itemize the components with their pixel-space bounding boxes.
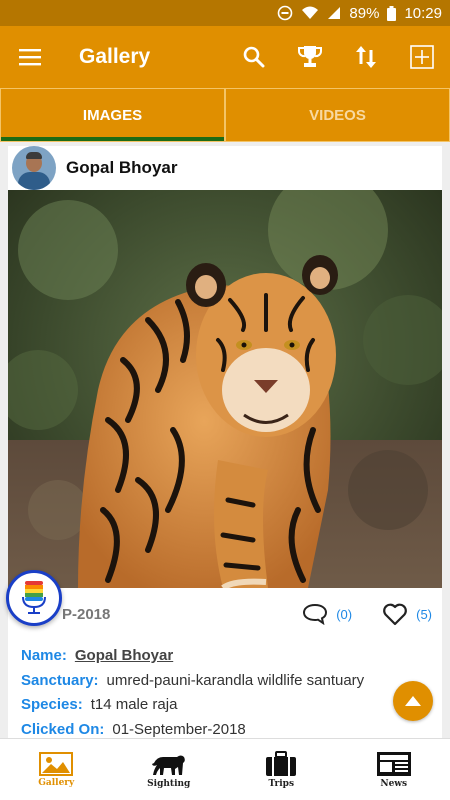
tiger-icon — [151, 755, 185, 775]
add-box-icon — [410, 45, 434, 69]
author-profile-link[interactable]: Gopal Bhoyar — [75, 647, 173, 664]
comment-icon — [303, 603, 328, 625]
tiger-photo[interactable] — [8, 190, 442, 588]
bottom-nav: Gallery Sighting Trips News — [0, 738, 450, 800]
add-post-button[interactable] — [394, 26, 450, 88]
newspaper-icon — [376, 751, 411, 776]
nav-news[interactable]: News — [338, 739, 450, 800]
nav-gallery[interactable]: Gallery — [0, 739, 113, 800]
like-button[interactable]: (5) — [382, 603, 432, 626]
nav-label: Sighting — [147, 778, 191, 789]
detail-label: Clicked On: — [21, 720, 105, 738]
detail-value: umred-pauni-karandla wildlife santuary — [106, 671, 365, 689]
detail-value: t14 male raja — [90, 696, 178, 713]
suitcase-icon — [266, 750, 297, 776]
search-icon — [243, 46, 265, 68]
tab-videos[interactable]: VIDEOS — [225, 88, 450, 142]
like-count: (5) — [416, 606, 432, 622]
sort-icon — [356, 46, 376, 68]
post-author-name[interactable]: Gopal Bhoyar — [66, 158, 177, 178]
menu-icon — [19, 49, 41, 66]
post-details: Name: Gopal Bhoyar Sanctuary: umred-pauni-… — [8, 640, 442, 738]
post-card: Gopal Bhoyar P-2018 (0) (5) Name: Gopal … — [8, 146, 442, 738]
status-bar: 89% 10:29 — [0, 0, 450, 26]
comment-count: (0) — [336, 606, 353, 622]
app-bar: Gallery — [0, 26, 450, 88]
tab-images[interactable]: IMAGES — [0, 88, 225, 142]
detail-clicked-on: Clicked On: 01-September-2018 — [21, 718, 429, 739]
nav-label: Trips — [268, 778, 295, 789]
heart-icon — [383, 603, 407, 625]
sort-button[interactable] — [338, 26, 394, 88]
comment-button[interactable]: (0) — [302, 603, 352, 625]
detail-name: Name: Gopal Bhoyar — [21, 644, 429, 669]
nav-label: Gallery — [38, 777, 75, 788]
leaderboard-button[interactable] — [282, 26, 338, 88]
wifi-icon — [301, 6, 319, 20]
microphone-icon — [22, 581, 46, 614]
clock: 10:29 — [404, 4, 442, 22]
detail-label: Name: — [21, 647, 67, 664]
voice-search-button[interactable] — [6, 570, 62, 626]
nav-label: News — [380, 778, 408, 789]
gallery-icon — [39, 751, 74, 776]
post-header: Gopal Bhoyar — [8, 146, 442, 190]
triangle-up-icon — [405, 696, 421, 706]
nav-sighting[interactable]: Sighting — [113, 739, 226, 800]
menu-button[interactable] — [0, 26, 60, 88]
gallery-feed[interactable]: Gopal Bhoyar P-2018 (0) (5) Name: Gopal … — [0, 142, 450, 738]
detail-label: Species: — [21, 696, 83, 713]
detail-sanctuary: Sanctuary: umred-pauni-karandla wildlife … — [21, 669, 429, 694]
avatar[interactable] — [12, 146, 56, 190]
detail-species: Species: t14 male raja — [21, 693, 429, 718]
detail-label: Sanctuary: — [21, 671, 99, 689]
search-button[interactable] — [226, 26, 282, 88]
tab-bar: IMAGES VIDEOS — [0, 88, 450, 142]
post-date: P-2018 — [62, 605, 111, 623]
detail-value: 01-September-2018 — [112, 720, 246, 738]
signal-icon — [327, 6, 341, 20]
battery-icon — [387, 5, 397, 21]
battery-percent: 89% — [349, 4, 380, 22]
scroll-top-button[interactable] — [393, 681, 433, 721]
trophy-icon — [298, 46, 322, 67]
page-title: Gallery — [79, 45, 151, 68]
nav-trips[interactable]: Trips — [225, 739, 338, 800]
dnd-icon — [277, 5, 293, 21]
post-meta: P-2018 (0) (5) — [8, 588, 442, 640]
